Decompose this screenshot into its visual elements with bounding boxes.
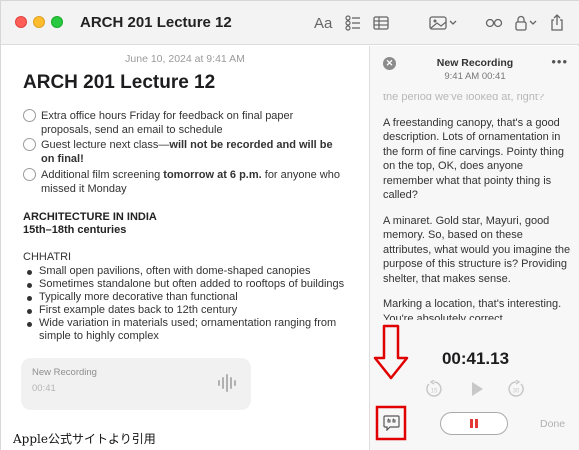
- checkbox-circle[interactable]: [23, 168, 36, 181]
- waveform-icon: [217, 374, 237, 397]
- checklist-icon[interactable]: [345, 13, 361, 33]
- skip-forward-label: 30: [513, 389, 520, 395]
- checklist-item-text: Additional film screening tomorrow at 6 …: [41, 169, 340, 195]
- close-icon[interactable]: ✕: [383, 57, 396, 70]
- lock-icon[interactable]: [514, 13, 538, 33]
- bullet-list: Small open pavilions, often with dome-sh…: [23, 265, 353, 343]
- checklist-item-text: Extra office hours Friday for feedback o…: [41, 110, 294, 136]
- recording-card[interactable]: New Recording 00:41: [21, 358, 251, 410]
- note-title[interactable]: ARCH 201 Lecture 12: [23, 72, 215, 94]
- recording-card-title: New Recording: [32, 367, 97, 378]
- list-item: First example dates back to 12th century: [23, 304, 353, 317]
- section-heading: ARCHITECTURE IN INDIA: [23, 211, 157, 223]
- checkbox-circle[interactable]: [23, 138, 36, 151]
- note-editor[interactable]: June 10, 2024 at 9:41 AM ARCH 201 Lectur…: [1, 46, 369, 450]
- checkbox-circle[interactable]: [23, 109, 36, 122]
- checklist-item-text: Guest lecture next class—will not be rec…: [41, 139, 333, 165]
- collaborate-icon[interactable]: [485, 13, 503, 33]
- list-item: Small open pavilions, often with dome-sh…: [23, 265, 353, 278]
- notes-window: ARCH 201 Lecture 12 Aa June 10, 2024 at …: [0, 0, 579, 450]
- checklist-item: Guest lecture next class—will not be rec…: [23, 138, 343, 166]
- play-button[interactable]: [469, 381, 485, 402]
- zoom-window-button[interactable]: [51, 16, 63, 28]
- note-date: June 10, 2024 at 9:41 AM: [125, 53, 245, 65]
- minimize-window-button[interactable]: [33, 16, 45, 28]
- checklist-item: Extra office hours Friday for feedback o…: [23, 109, 343, 137]
- pause-recording-button[interactable]: [440, 412, 508, 435]
- source-caption: Apple公式サイトより引用: [13, 432, 156, 446]
- more-options-icon[interactable]: •••: [551, 54, 568, 69]
- recording-subtitle: 9:41 AM 00:41: [444, 71, 506, 82]
- transcript-paragraph: A minaret. Gold star, Mayuri, good memor…: [383, 214, 571, 285]
- transcript-area[interactable]: the period we've looked at, right? A fre…: [383, 94, 571, 320]
- pause-icon: [470, 419, 478, 428]
- transcript-paragraph: Marking a location, that's interesting. …: [383, 298, 562, 320]
- recording-card-time: 00:41: [32, 383, 56, 394]
- annotation-arrow: [373, 324, 409, 441]
- list-item: Sometimes standalone but often added to …: [23, 278, 353, 291]
- format-text-icon[interactable]: Aa: [314, 13, 332, 33]
- share-icon[interactable]: [550, 13, 564, 33]
- recording-title: New Recording: [436, 57, 514, 69]
- transcript-paragraph: the period we've looked at, right?: [383, 94, 545, 103]
- transcript-paragraph: A freestanding canopy, that's a good des…: [383, 116, 564, 202]
- media-icon[interactable]: [429, 13, 457, 33]
- skip-back-button[interactable]: 15: [425, 379, 443, 403]
- list-item: Typically more decorative than functiona…: [23, 291, 353, 304]
- window-title: ARCH 201 Lecture 12: [80, 14, 232, 31]
- done-button[interactable]: Done: [540, 418, 565, 430]
- section-subheading: 15th–18th centuries: [23, 224, 127, 236]
- list-item: Wide variation in materials used; orname…: [23, 317, 353, 343]
- subsection-title: CHHATRI: [23, 251, 72, 263]
- skip-forward-button[interactable]: 30: [507, 379, 525, 403]
- title-bar: ARCH 201 Lecture 12 Aa: [1, 1, 579, 45]
- checklist-item: Additional film screening tomorrow at 6 …: [23, 168, 343, 196]
- skip-back-label: 15: [431, 389, 438, 395]
- table-icon[interactable]: [373, 13, 389, 33]
- close-window-button[interactable]: [15, 16, 27, 28]
